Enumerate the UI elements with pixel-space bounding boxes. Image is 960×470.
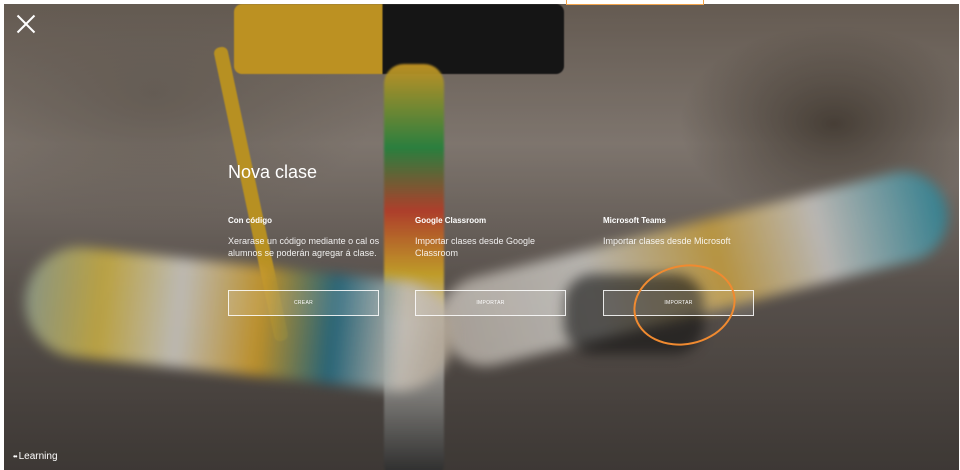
background-photo: Nova clase Con código Xerarase un código… [4, 4, 959, 470]
brand-name: Learning [18, 451, 58, 462]
option-microsoft-teams: Microsoft Teams Importar clases desde Mi… [603, 216, 756, 316]
option-name: Con código [228, 216, 272, 225]
page-title: Nova clase [228, 162, 318, 182]
option-code: Con código Xerarase un código mediante o… [228, 216, 381, 316]
option-description: Xerarase un código mediante o cal os alu… [228, 236, 380, 258]
option-description: Importar clases desde Microsoft [603, 236, 731, 246]
top-marker [566, 0, 704, 5]
brand-logo: •• Learning [13, 451, 58, 462]
option-google-classroom: Google Classroom Importar clases desde G… [415, 216, 568, 316]
option-name: Google Classroom [415, 216, 487, 225]
import-google-button[interactable]: IMPORTAR [415, 290, 566, 316]
option-name: Microsoft Teams [603, 216, 666, 225]
create-button[interactable]: CREAR [228, 290, 379, 316]
logo-dots-icon: •• [13, 452, 18, 461]
option-description: Importar clases desde Google Classroom [415, 236, 536, 258]
close-icon[interactable] [14, 12, 38, 36]
